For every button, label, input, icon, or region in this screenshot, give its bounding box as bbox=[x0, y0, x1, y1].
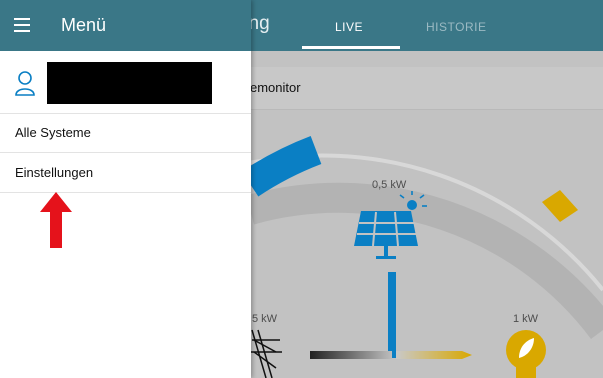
menu-item-einstellungen-label: Einstellungen bbox=[15, 165, 94, 180]
active-tab-indicator bbox=[302, 46, 400, 49]
red-up-arrow-icon bbox=[40, 192, 72, 253]
lightbulb-icon bbox=[506, 330, 546, 378]
tab-historie[interactable]: HISTORIE bbox=[426, 20, 486, 34]
solar-flow-line bbox=[388, 272, 396, 358]
drawer-title: Menü bbox=[61, 15, 107, 35]
sub-header-title: emonitor bbox=[250, 80, 301, 95]
ring-track bbox=[245, 182, 603, 339]
ring-segment-blue bbox=[241, 135, 322, 197]
grid-power-value: 5 kW bbox=[252, 313, 278, 325]
consumption-power-value: 1 kW bbox=[513, 313, 539, 325]
grid-flow-line bbox=[310, 351, 392, 359]
menu-item-alle-systeme-label: Alle Systeme bbox=[15, 125, 91, 140]
consumption-flow-arrow bbox=[396, 351, 472, 359]
drawer-header bbox=[0, 0, 251, 51]
power-tower-icon bbox=[250, 329, 282, 378]
hamburger-menu-icon[interactable] bbox=[14, 15, 34, 35]
person-icon bbox=[14, 70, 36, 101]
redacted-user-name bbox=[47, 62, 212, 104]
ring-segment-yellow bbox=[542, 190, 578, 222]
tab-live[interactable]: LIVE bbox=[335, 20, 363, 34]
solar-power-value: 0,5 kW bbox=[372, 179, 407, 191]
